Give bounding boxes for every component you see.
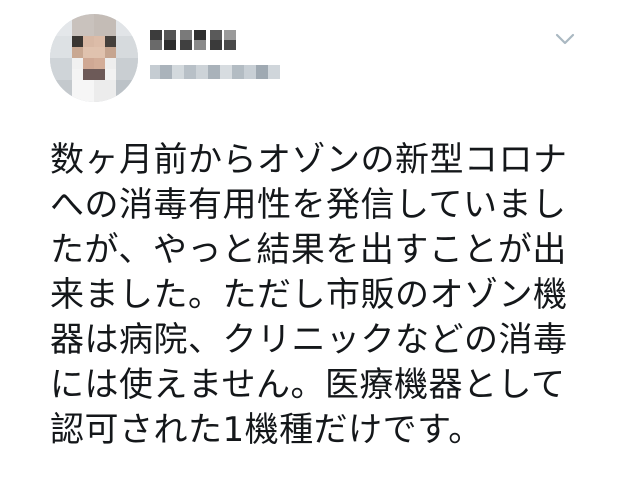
profile-photo-icon (50, 14, 138, 102)
avatar[interactable] (50, 14, 138, 102)
tweet-text-line: 数ヶ月前からオゾンの新型コロナ (50, 140, 568, 180)
tweet-text-line: 来ました。ただし市販のオゾン機 (50, 275, 568, 315)
author-handle-obscured[interactable] (150, 62, 288, 82)
pixelated-handle-icon (150, 65, 280, 79)
pixelated-name-icon (150, 30, 236, 50)
tweet-menu-button[interactable] (553, 30, 577, 48)
tweet-text-line: には使えません。医療機器として (50, 365, 566, 405)
tweet-card: 数ヶ月前からオゾンの新型コロナ への消毒有用性を発信していまし たが、やっと結果… (0, 0, 622, 501)
tweet-text-line: 認可された1機種だけです。 (50, 410, 483, 450)
author-name-obscured[interactable] (150, 28, 248, 52)
tweet-text-line: 器は病院、クリニックなどの消毒 (50, 320, 568, 360)
chevron-down-icon (555, 33, 575, 45)
tweet-text: 数ヶ月前からオゾンの新型コロナ への消毒有用性を発信していまし たが、やっと結果… (50, 138, 602, 453)
tweet-text-line: への消毒有用性を発信していまし (50, 185, 567, 225)
tweet-text-line: たが、やっと結果を出すことが出 (50, 230, 567, 270)
